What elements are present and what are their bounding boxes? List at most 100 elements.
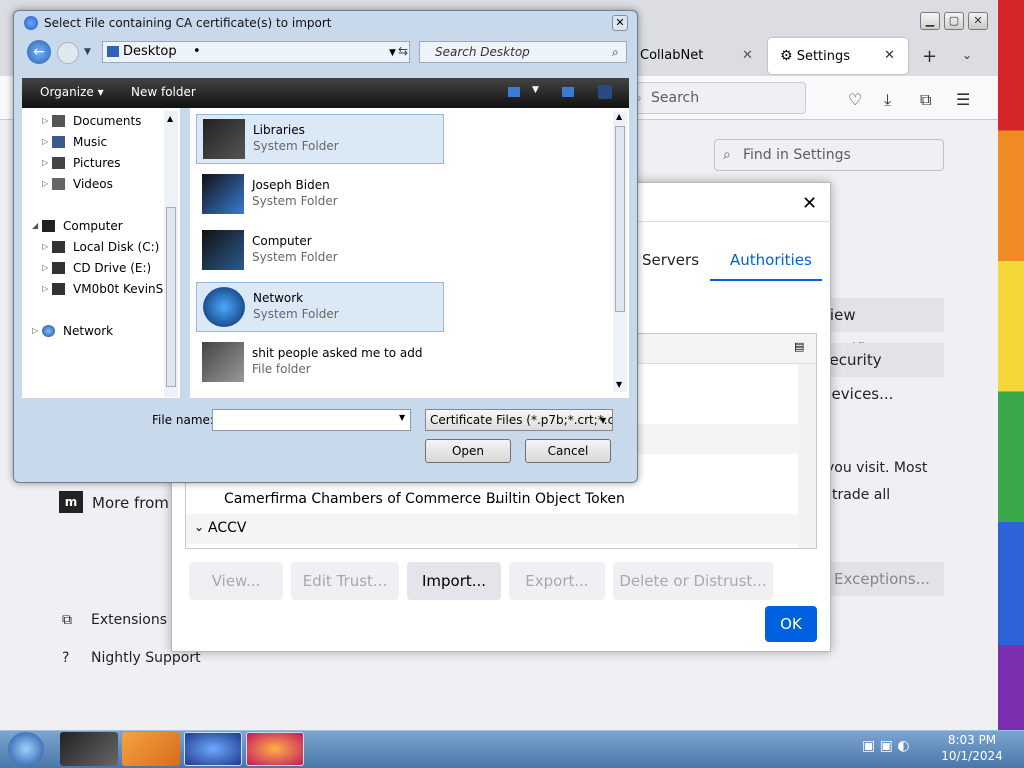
expand-arrow-icon[interactable]: ▷: [42, 137, 48, 146]
pictures-icon: [52, 157, 65, 169]
cert-name: Camerfirma Chambers of Commerce ...: [224, 491, 499, 507]
open-button[interactable]: Open: [425, 439, 511, 463]
list-item-user[interactable]: Joseph Biden System Folder: [196, 170, 444, 220]
collapse-arrow-icon[interactable]: ◢: [32, 221, 38, 230]
taskbar-explorer-icon[interactable]: [60, 732, 118, 766]
item-name: Network: [253, 291, 304, 305]
organize-button[interactable]: Organize ▾: [40, 85, 104, 99]
tab-authorities[interactable]: Authorities: [710, 243, 822, 281]
back-button[interactable]: ←: [27, 40, 51, 64]
list-item-folder[interactable]: shit people asked me to add File folder: [196, 338, 444, 388]
export-button[interactable]: Export...: [509, 562, 605, 600]
tree-item-videos[interactable]: Videos: [73, 177, 113, 191]
scroll-down-icon[interactable]: ▼: [616, 380, 622, 389]
edit-trust-button[interactable]: Edit Trust...: [291, 562, 399, 600]
search-input[interactable]: ⌕ Search: [630, 82, 806, 114]
tree-item-network[interactable]: Network: [63, 324, 113, 338]
expand-arrow-icon[interactable]: ▷: [42, 263, 48, 272]
ok-button[interactable]: OK: [765, 606, 817, 642]
new-tab-icon[interactable]: +: [922, 46, 937, 67]
scroll-up-icon[interactable]: ▲: [616, 112, 622, 121]
taskbar-firefox-nightly-icon[interactable]: [184, 732, 242, 766]
forward-button[interactable]: [57, 42, 79, 64]
import-button[interactable]: Import...: [407, 562, 501, 600]
view-icon[interactable]: [508, 87, 520, 97]
file-type-select[interactable]: Certificate Files (*.p7b;*.crt;*.ce ▼: [425, 409, 613, 431]
minimize-button[interactable]: ▁: [920, 12, 940, 30]
puzzle-icon: ⧉: [62, 612, 72, 628]
expand-arrow-icon[interactable]: ▷: [42, 158, 48, 167]
pocket-icon[interactable]: ♡: [848, 90, 862, 109]
tree-item-local-disk[interactable]: Local Disk (C:): [73, 240, 159, 254]
close-button[interactable]: ✕: [612, 15, 628, 31]
tree-item-vm-share[interactable]: VM0b0t KevinSite: [73, 282, 179, 296]
extensions-link[interactable]: Extensions &: [91, 612, 182, 628]
column-picker-icon[interactable]: ▤: [794, 340, 804, 353]
download-icon[interactable]: ⤓: [884, 90, 891, 110]
tab-label: Authorities: [730, 251, 812, 269]
close-icon[interactable]: ✕: [884, 38, 895, 74]
tree-item-cd-drive[interactable]: CD Drive (E:): [73, 261, 151, 275]
tree-scrollbar[interactable]: ▲: [164, 111, 178, 397]
start-button[interactable]: [8, 732, 44, 766]
find-in-settings-input[interactable]: ⌕ Find in Settings: [714, 139, 944, 171]
tree-item-pictures[interactable]: Pictures: [73, 156, 121, 170]
button-label: Import...: [421, 572, 487, 590]
window-close-button[interactable]: ✕: [968, 12, 988, 30]
chevron-down-icon[interactable]: ⌄: [962, 48, 972, 62]
button-label: Cancel: [547, 444, 589, 458]
documents-icon: [52, 115, 65, 127]
item-type: System Folder: [252, 250, 338, 264]
preview-pane-icon[interactable]: [562, 87, 574, 97]
chevron-down-icon[interactable]: ▼: [399, 413, 405, 422]
taskbar-media-icon[interactable]: [122, 732, 180, 766]
security-devices-button[interactable]: Security Devices...: [814, 343, 944, 403]
tab-settings[interactable]: ⚙ Settings ✕: [768, 38, 908, 74]
view-button[interactable]: View...: [189, 562, 283, 600]
scroll-thumb[interactable]: [615, 126, 625, 312]
scrollbar[interactable]: [798, 364, 816, 548]
view-certificates-button[interactable]: View Certificates...: [814, 298, 944, 358]
scroll-thumb[interactable]: [166, 207, 176, 387]
taskbar-firefox-icon[interactable]: [246, 732, 304, 766]
help-icon[interactable]: [598, 85, 612, 99]
tab-collabnet[interactable]: CollabNet ✕: [628, 38, 764, 74]
extensions-icon[interactable]: ⧉: [920, 90, 931, 110]
close-icon[interactable]: ✕: [742, 38, 753, 74]
search-input[interactable]: Search Desktop ⌕: [419, 41, 627, 63]
expand-arrow-icon[interactable]: ▷: [42, 179, 48, 188]
refresh-icon[interactable]: ⇆: [398, 44, 408, 58]
tree-item-music[interactable]: Music: [73, 135, 107, 149]
list-item-libraries[interactable]: Libraries System Folder: [196, 114, 444, 164]
exceptions-button[interactable]: e Exceptions...: [814, 562, 944, 596]
maximize-button[interactable]: ▢: [944, 12, 964, 30]
tab-servers[interactable]: Servers: [642, 251, 699, 269]
list-item-network[interactable]: Network System Folder: [196, 282, 444, 332]
file-scrollbar[interactable]: ▲ ▼: [613, 112, 627, 392]
tray-icons[interactable]: ▣ ▣ ◐: [862, 738, 910, 754]
close-icon[interactable]: ✕: [802, 193, 817, 214]
expand-arrow-icon[interactable]: ▷: [42, 242, 48, 251]
button-label: Export...: [525, 572, 589, 590]
list-item-computer[interactable]: Computer System Folder: [196, 226, 444, 276]
cancel-button[interactable]: Cancel: [525, 439, 611, 463]
tree-item-documents[interactable]: Documents: [73, 114, 141, 128]
chevron-down-icon[interactable]: ▼: [389, 43, 396, 63]
chevron-down-icon[interactable]: ▼: [84, 47, 91, 57]
menu-icon[interactable]: ☰: [956, 90, 970, 109]
chevron-down-icon[interactable]: ▼: [532, 85, 539, 95]
tree-item-computer[interactable]: Computer: [63, 219, 123, 233]
expand-arrow-icon[interactable]: ▷: [42, 284, 48, 293]
new-folder-button[interactable]: New folder: [131, 85, 196, 99]
scroll-up-icon[interactable]: ▲: [167, 114, 173, 123]
support-link[interactable]: Nightly Support: [91, 650, 201, 666]
address-bar[interactable]: Desktop • ▼: [102, 41, 410, 63]
file-name-input[interactable]: ▼: [212, 409, 411, 431]
group-row[interactable]: ⌄ ACCV: [186, 514, 798, 544]
more-from-mozilla[interactable]: More from: [92, 494, 169, 512]
clock[interactable]: 8:03 PM 10/1/2024: [932, 732, 1012, 764]
expand-arrow-icon[interactable]: ▷: [42, 116, 48, 125]
side-text: trade all: [832, 487, 891, 503]
expand-arrow-icon[interactable]: ▷: [32, 326, 38, 335]
delete-distrust-button[interactable]: Delete or Distrust...: [613, 562, 773, 600]
